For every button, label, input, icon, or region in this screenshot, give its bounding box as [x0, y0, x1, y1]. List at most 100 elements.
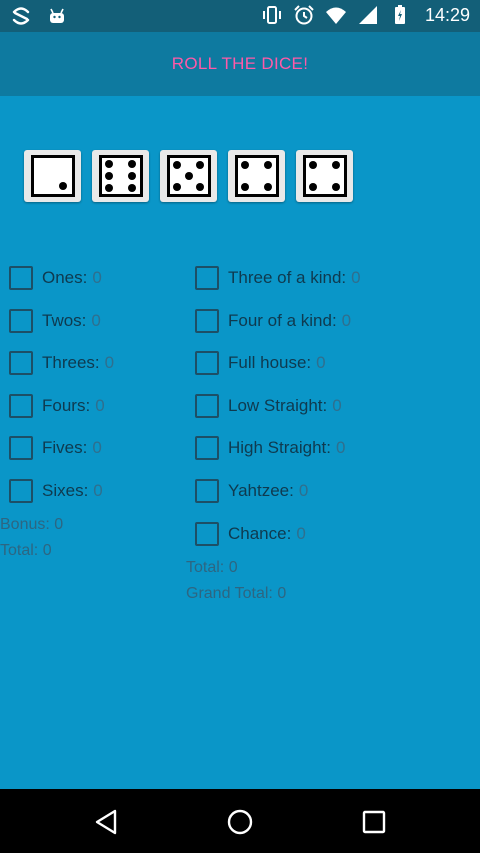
lower-category-label: High Straight: — [228, 438, 331, 458]
die-pip — [331, 161, 340, 170]
status-bar: 14:29 — [0, 0, 480, 32]
upper-category-row: Sixes: 0 — [9, 476, 103, 506]
die-face-1 — [30, 155, 75, 197]
wifi-icon — [325, 4, 347, 26]
lower-category-value: 0 — [351, 268, 361, 287]
die-pip — [105, 172, 114, 180]
die-pip — [263, 182, 272, 191]
lower-category-label: Low Straight: — [228, 395, 328, 415]
android-icon — [46, 5, 68, 27]
lower-category-checkbox[interactable] — [195, 393, 219, 418]
die-pip — [309, 161, 318, 170]
grand-total-label: Grand Total: 0 — [186, 585, 287, 602]
bonus-label: Bonus: 0 — [0, 516, 64, 533]
upper-category-label: Twos: — [42, 310, 87, 330]
die-1[interactable] — [24, 150, 81, 202]
lower-category-checkbox[interactable] — [195, 521, 219, 546]
lower-category-label: Three of a kind: — [228, 268, 347, 287]
die-pip — [195, 161, 204, 170]
upper-total-label: Total: 0 — [0, 542, 52, 559]
app-bar: ROLL THE DICE! — [0, 32, 480, 96]
upper-category-value: 0 — [93, 481, 103, 500]
upper-category-label: Threes: — [42, 353, 100, 373]
upper-category-value: 0 — [104, 353, 115, 373]
lower-category-row: Four of a kind: 0 — [195, 306, 351, 336]
lower-category-label: Chance: — [228, 523, 292, 543]
upper-category-row: Threes: 0 — [9, 348, 114, 378]
lower-category-value: 0 — [341, 310, 352, 330]
lower-total-label: Total: 0 — [186, 559, 238, 576]
die-face-6 — [98, 155, 143, 197]
upper-category-label: Fives: — [42, 438, 88, 458]
lower-category-row: Chance: 0 — [195, 519, 306, 549]
upper-category-value: 0 — [92, 268, 102, 287]
die-pip — [127, 160, 136, 169]
die-pip — [173, 161, 182, 170]
upper-category-label: Fours: — [42, 395, 91, 415]
lower-category-checkbox[interactable] — [195, 479, 219, 503]
lower-category-row: Yahtzee: 0 — [195, 476, 308, 506]
die-pip — [105, 183, 114, 192]
lower-category-checkbox[interactable] — [195, 351, 219, 376]
back-icon[interactable] — [91, 807, 121, 837]
die-face-5 — [166, 155, 211, 197]
lower-category-row: Three of a kind: 0 — [195, 263, 361, 293]
upper-category-checkbox[interactable] — [9, 393, 33, 418]
upper-category-row: Ones: 0 — [9, 263, 102, 293]
die-pip — [309, 182, 318, 191]
lower-category-checkbox[interactable] — [195, 266, 219, 290]
lower-category-checkbox[interactable] — [195, 308, 219, 333]
lower-category-value: 0 — [296, 523, 306, 543]
lower-category-value: 0 — [336, 438, 346, 458]
upper-category-checkbox[interactable] — [9, 266, 33, 290]
die-pip — [263, 161, 272, 170]
alarm-icon — [293, 4, 315, 26]
upper-category-checkbox[interactable] — [9, 351, 33, 376]
recents-icon[interactable] — [359, 807, 389, 837]
die-pip — [127, 172, 136, 180]
die-face-4 — [234, 155, 279, 197]
lower-category-row: Full house: 0 — [195, 348, 326, 378]
lower-category-label: Yahtzee: — [228, 481, 294, 500]
lower-category-checkbox[interactable] — [195, 436, 219, 461]
die-pip — [195, 182, 204, 191]
lower-category-row: Low Straight: 0 — [195, 391, 342, 421]
upper-category-checkbox[interactable] — [9, 308, 33, 333]
die-pip — [59, 182, 68, 191]
die-pip — [241, 182, 250, 191]
die-pip — [105, 160, 114, 169]
upper-category-label: Ones: — [42, 268, 88, 287]
die-pip — [127, 183, 136, 192]
die-pip — [331, 182, 340, 191]
upper-category-checkbox[interactable] — [9, 479, 33, 503]
upper-category-label: Sixes: — [42, 481, 89, 500]
dice-row — [24, 150, 353, 202]
upper-category-row: Fives: 0 — [9, 433, 102, 463]
upper-category-row: Fours: 0 — [9, 391, 105, 421]
upper-category-value: 0 — [92, 438, 102, 458]
home-icon[interactable] — [225, 807, 255, 837]
signal-icon — [357, 4, 379, 26]
die-3[interactable] — [160, 150, 217, 202]
lower-category-row: High Straight: 0 — [195, 433, 345, 463]
navigation-bar — [0, 789, 480, 853]
die-2[interactable] — [92, 150, 149, 202]
vibrate-icon — [261, 4, 283, 26]
app-title: ROLL THE DICE! — [171, 54, 309, 73]
lower-category-value: 0 — [298, 481, 309, 500]
status-time: 14:29 — [424, 4, 470, 25]
die-4[interactable] — [228, 150, 285, 202]
die-5[interactable] — [296, 150, 353, 202]
upper-category-checkbox[interactable] — [9, 436, 33, 461]
die-pip — [184, 172, 193, 180]
die-pip — [173, 182, 182, 191]
lower-category-label: Full house: — [228, 353, 312, 373]
die-face-4 — [302, 155, 347, 197]
battery-icon — [389, 4, 411, 26]
upper-category-value: 0 — [91, 310, 101, 330]
upper-category-row: Twos: 0 — [9, 306, 101, 336]
lower-category-value: 0 — [332, 395, 342, 415]
upper-category-value: 0 — [95, 395, 105, 415]
die-pip — [241, 161, 250, 170]
lower-category-label: Four of a kind: — [228, 310, 337, 330]
